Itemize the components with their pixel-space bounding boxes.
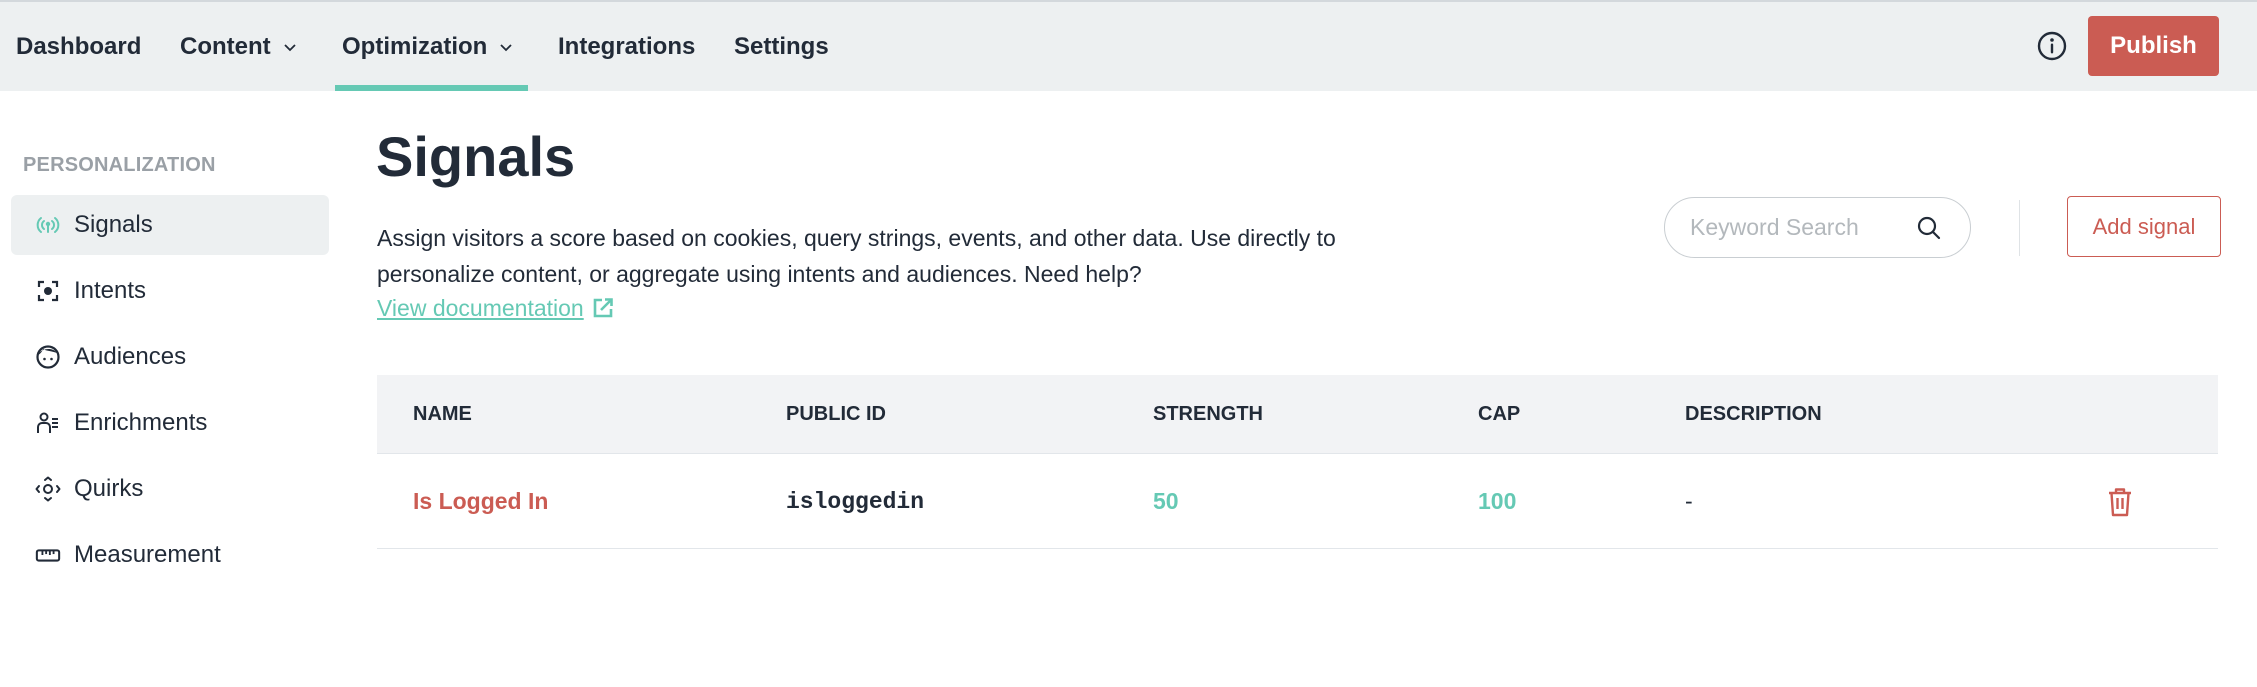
sidebar-item-label: Signals [74,211,153,238]
signals-table: NAME PUBLIC ID STRENGTH CAP DESCRIPTION … [377,375,2218,549]
sidebar-item-label: Audiences [74,343,187,370]
sidebar-item-signals[interactable]: Signals [11,195,329,255]
add-signal-button[interactable]: Add signal [2067,196,2221,257]
signal-public-id: isloggedin [786,488,925,515]
doc-link-label: View documentation [377,295,584,321]
top-navigation-bar: Dashboard Content Optimization Integrati… [0,0,2257,91]
sidebar-item-label: Measurement [74,541,221,568]
face-icon [35,344,61,370]
external-link-icon [593,298,613,318]
nav-content-label: Content [180,32,271,60]
table-header: NAME PUBLIC ID STRENGTH CAP DESCRIPTION [377,375,2218,454]
sidebar-section-label: PERSONALIZATION [23,154,216,176]
sidebar-item-enrichments[interactable]: Enrichments [11,393,329,453]
info-circle-icon[interactable] [2036,30,2068,62]
nav-settings-label: Settings [734,32,829,60]
sidebar-item-audiences[interactable]: Audiences [11,327,329,387]
signal-broadcast-icon [35,212,61,238]
target-focus-icon [35,278,61,304]
chevron-down-icon [284,43,296,51]
ruler-icon [35,542,61,568]
signal-strength: 50 [1153,488,1179,514]
keyword-search [1664,197,1971,258]
column-header-cap[interactable]: CAP [1478,375,1520,454]
nav-optimization[interactable]: Optimization [342,2,513,91]
column-header-name[interactable]: NAME [413,375,472,454]
trash-icon[interactable] [2107,487,2133,517]
nav-integrations[interactable]: Integrations [558,2,695,91]
sidebar-item-intents[interactable]: Intents [11,261,329,321]
column-header-strength[interactable]: STRENGTH [1153,375,1263,454]
move-arrows-icon [35,476,61,502]
chevron-down-icon [500,43,512,51]
column-header-description[interactable]: DESCRIPTION [1685,375,1822,454]
sidebar-item-label: Quirks [74,475,144,502]
user-list-icon [35,410,61,436]
sidebar-item-measurement[interactable]: Measurement [11,525,329,585]
view-documentation-link[interactable]: View documentation [377,292,614,324]
signal-description: - [1685,488,1693,514]
nav-integrations-label: Integrations [558,32,696,60]
search-icon[interactable] [1916,215,1942,241]
sidebar-item-quirks[interactable]: Quirks [11,459,329,519]
column-header-public-id[interactable]: PUBLIC ID [786,375,886,454]
signal-cap: 100 [1478,488,1517,514]
publish-button[interactable]: Publish [2088,16,2219,76]
nav-content[interactable]: Content [180,2,297,91]
signal-name-link[interactable]: Is Logged In [413,454,548,549]
active-nav-indicator [335,85,528,91]
table-row[interactable]: Is Logged In isloggedin 50 100 - [377,454,2218,549]
nav-settings[interactable]: Settings [734,2,829,91]
toolbar-divider [2019,200,2020,256]
search-input[interactable] [1690,214,1910,241]
nav-optimization-label: Optimization [342,32,488,60]
page-description: Assign visitors a score based on cookies… [377,225,1336,287]
page-title: Signals [376,125,576,188]
sidebar-item-label: Intents [74,277,147,304]
nav-dashboard-label: Dashboard [16,32,142,60]
nav-dashboard[interactable]: Dashboard [16,2,141,91]
sidebar-item-label: Enrichments [74,409,208,436]
